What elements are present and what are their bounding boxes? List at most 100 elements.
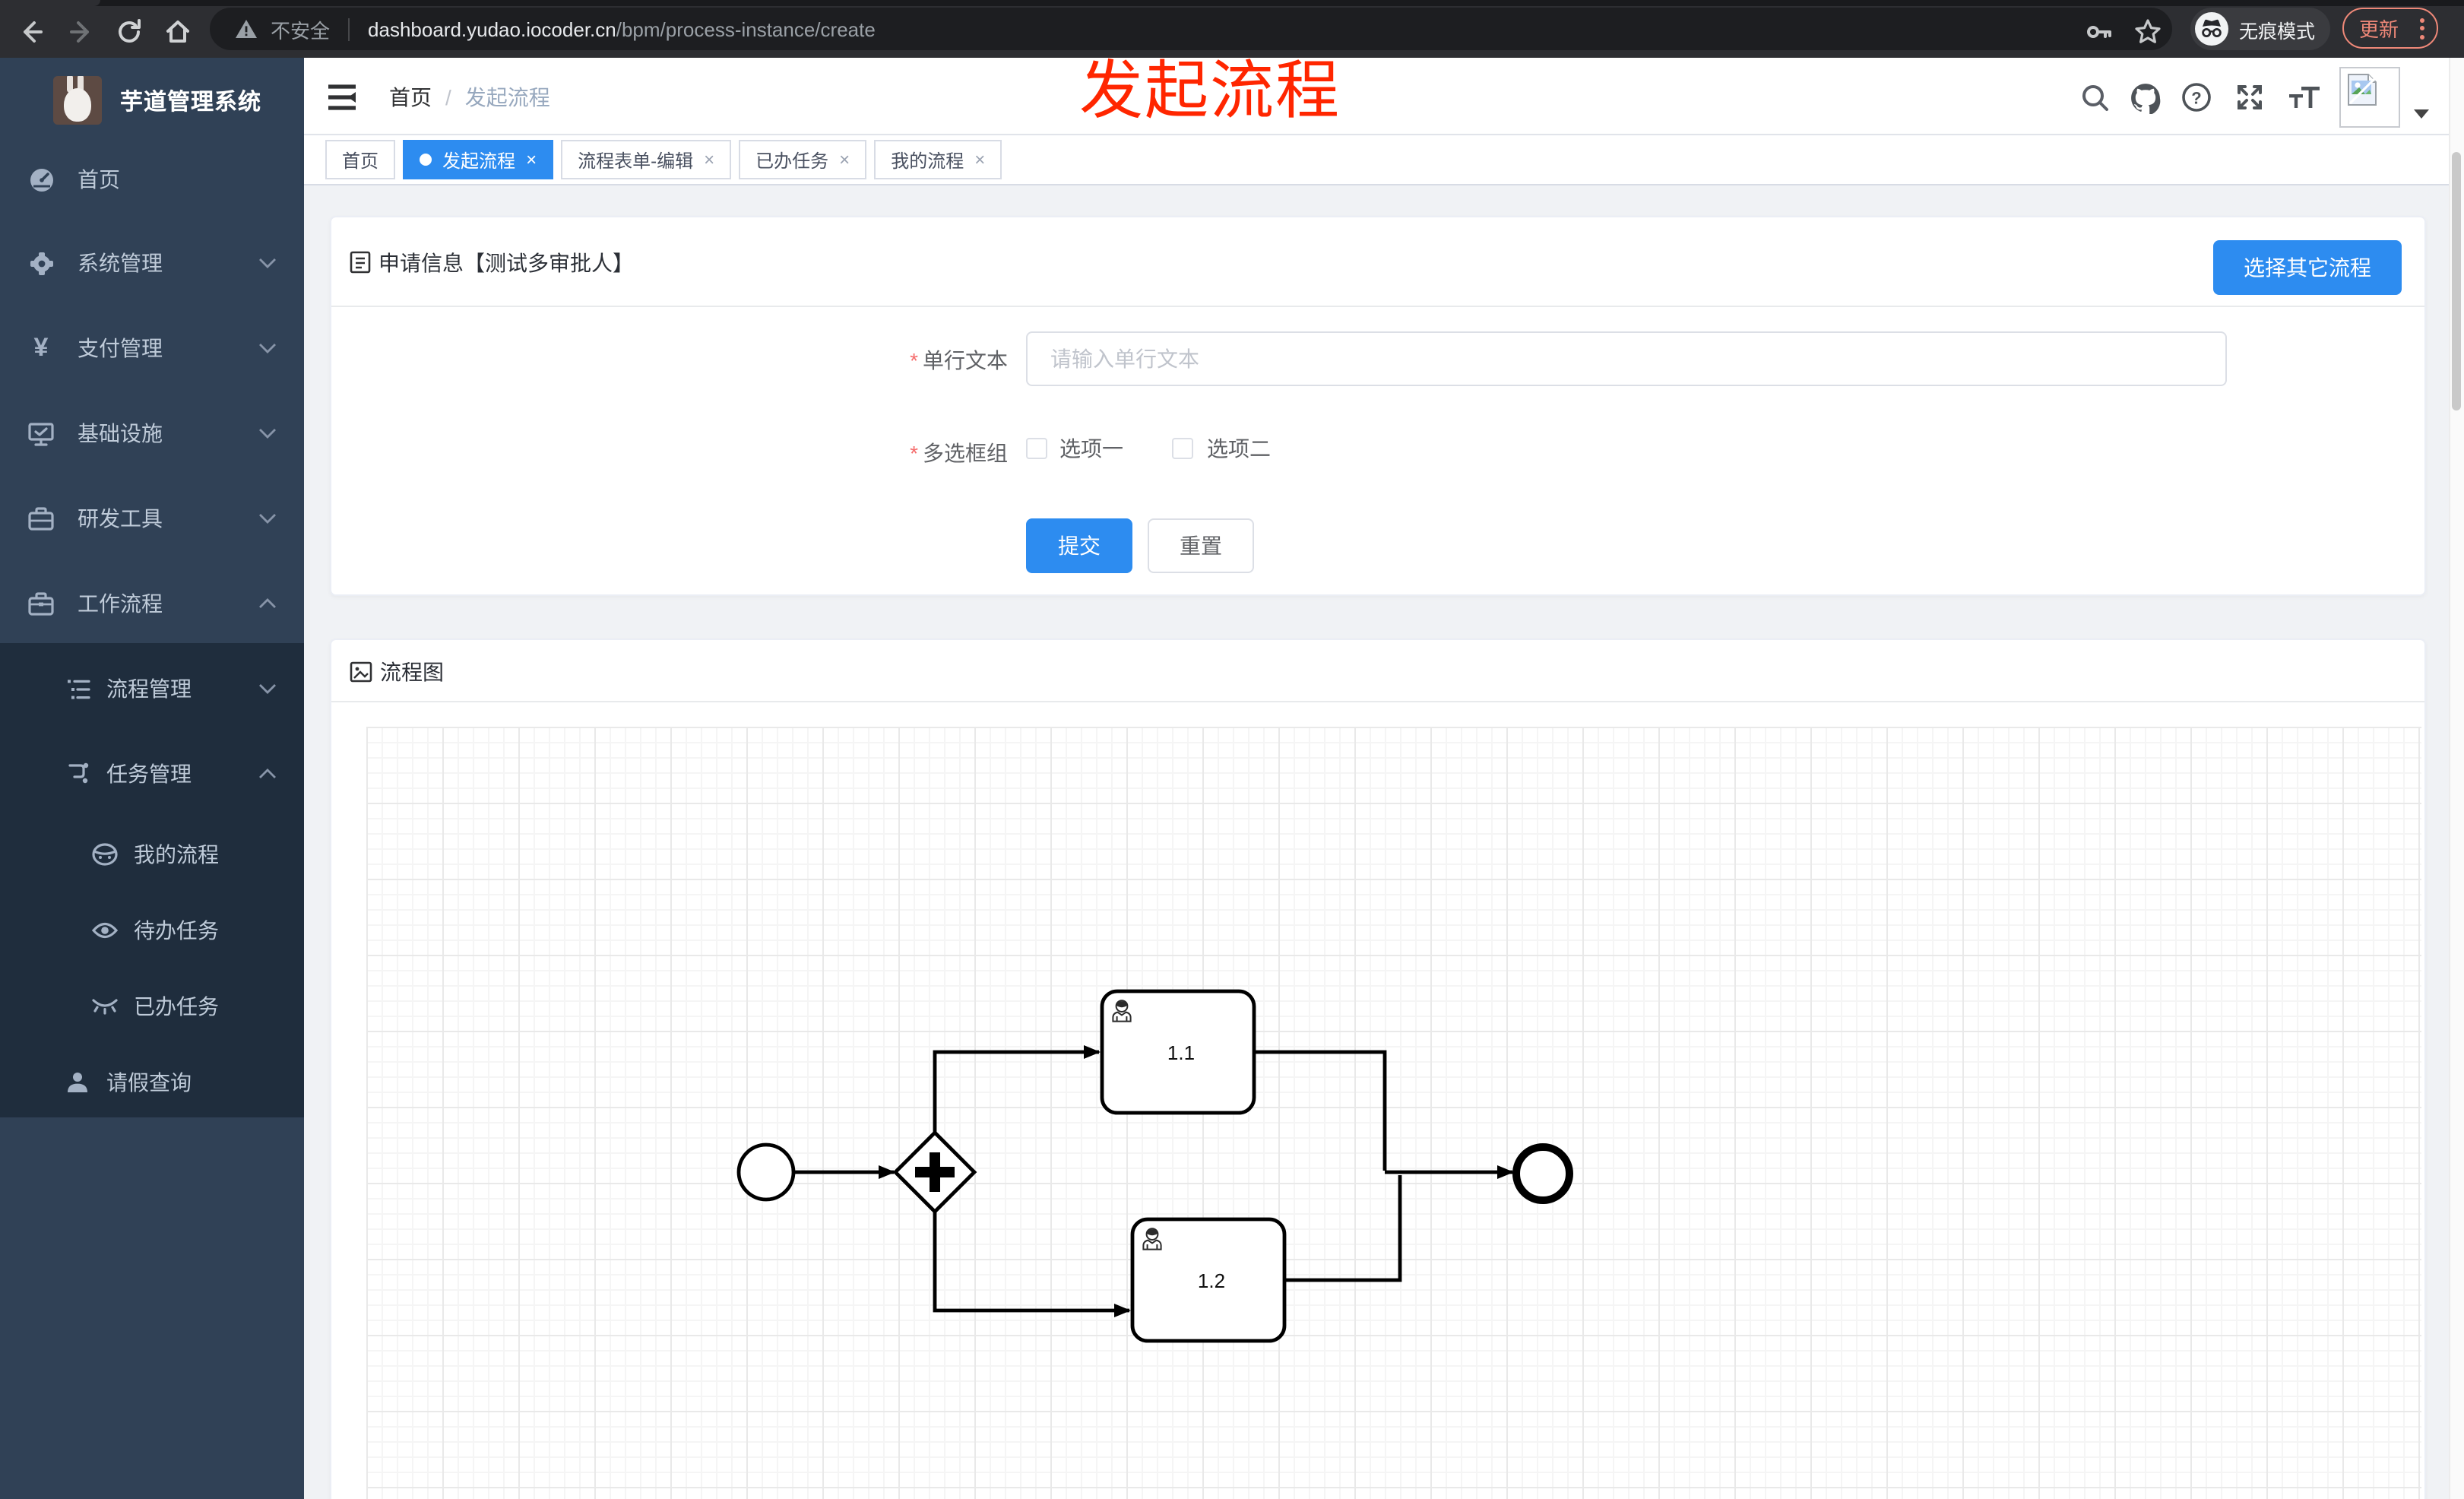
url-host: dashboard.yudao.iocoder.cn: [368, 17, 616, 40]
single-line-text-input[interactable]: [1026, 331, 2227, 386]
apply-info-card-header: 申请信息【测试多审批人】 选择其它流程: [331, 217, 2424, 307]
sidebar-logo-row[interactable]: 芋道管理系统: [0, 58, 304, 143]
submit-button[interactable]: 提交: [1026, 518, 1132, 573]
sidebar-item-label: 待办任务: [134, 918, 219, 943]
home-icon: [166, 21, 189, 43]
avatar-dropdown-caret[interactable]: [2414, 109, 2429, 119]
address-bar-divider: [348, 17, 350, 40]
apply-info-card: 申请信息【测试多审批人】 选择其它流程 *单行文本 *多选框组 选项一 选项二 …: [330, 216, 2426, 596]
sidebar-item-my-process[interactable]: 我的流程: [0, 816, 304, 892]
chevron-down-icon: [259, 429, 276, 439]
header-search-button[interactable]: [2078, 81, 2111, 114]
eye-off-icon: [91, 993, 119, 1020]
user-avatar[interactable]: [2339, 67, 2400, 128]
card-header-divider: [331, 701, 2424, 702]
browser-back-button[interactable]: [15, 15, 49, 49]
reset-button[interactable]: 重置: [1148, 518, 1254, 573]
user-icon: [64, 1069, 91, 1096]
app-logo: [53, 76, 102, 125]
sidebar-item-todo-tasks[interactable]: 待办任务: [0, 892, 304, 968]
sidebar-item-system[interactable]: 系统管理: [0, 220, 304, 306]
sidebar-item-task-management[interactable]: 任务管理: [0, 731, 304, 816]
checkbox-option-1-label[interactable]: 选项一: [1059, 438, 1123, 459]
view-tab-start-process[interactable]: 发起流程 ×: [403, 140, 554, 179]
choose-other-process-button[interactable]: 选择其它流程: [2213, 240, 2402, 295]
browser-reload-button[interactable]: [112, 15, 146, 49]
browser-forward-button[interactable]: [64, 15, 97, 49]
url-path: /bpm/process-instance/create: [616, 17, 876, 40]
bpmn-diagram: 1.1 1.2: [736, 989, 1573, 1343]
tab-close-icon[interactable]: ×: [974, 149, 985, 170]
browser-update-button[interactable]: 更新: [2342, 8, 2438, 49]
text-field-label: * 单行文本: [910, 348, 1008, 372]
incognito-label: 无痕模式: [2239, 21, 2316, 42]
sidebar-item-payment[interactable]: ¥ 支付管理: [0, 306, 304, 391]
password-key-button[interactable]: [2082, 15, 2116, 49]
sidebar-item-done-tasks[interactable]: 已办任务: [0, 968, 304, 1044]
sidebar-collapse-button[interactable]: [325, 81, 359, 114]
browser-home-button[interactable]: [161, 15, 195, 49]
search-icon: [2082, 84, 2108, 110]
browser-tabstrip: [0, 0, 2464, 6]
header-help-button[interactable]: ?: [2180, 81, 2213, 114]
broken-image-icon: [2348, 74, 2377, 106]
sidebar-item-process-management[interactable]: 流程管理: [0, 646, 304, 731]
sidebar-item-label: 请假查询: [106, 1070, 192, 1095]
header-github-button[interactable]: [2128, 81, 2162, 114]
forward-arrow-icon: [70, 21, 89, 43]
header-fontsize-button[interactable]: [2288, 81, 2321, 114]
view-tab-my-process[interactable]: 我的流程 ×: [874, 140, 1002, 179]
bpmn-user-task-1-2[interactable]: 1.2: [1130, 1217, 1287, 1343]
chevron-down-icon: [259, 684, 276, 694]
sidebar-item-leave-query[interactable]: 请假查询: [0, 1044, 304, 1120]
flow-gateway-to-task1: [933, 1045, 1101, 1134]
browser-menu-icon[interactable]: [2420, 17, 2424, 39]
browser-active-tab[interactable]: [0, 0, 100, 6]
bpmn-user-task-1-1[interactable]: 1.1: [1100, 989, 1256, 1115]
tab-close-icon[interactable]: ×: [839, 149, 850, 170]
bpmn-canvas[interactable]: 1.1 1.2: [366, 727, 2421, 1499]
process-diagram-card: 流程图 1.1 1.2: [330, 639, 2426, 1499]
active-tab-dot: [420, 154, 432, 166]
tab-close-icon[interactable]: ×: [704, 149, 714, 170]
sidebar-item-home[interactable]: 首页: [0, 137, 304, 222]
flow-task1-join: [1254, 1050, 1387, 1171]
svg-text:?: ?: [2191, 88, 2201, 107]
process-diagram-card-header: 流程图: [331, 640, 2424, 702]
checkbox-option-2-label[interactable]: 选项二: [1207, 438, 1271, 459]
sidebar-item-workflow[interactable]: 工作流程: [0, 561, 304, 646]
bpmn-start-event[interactable]: [736, 1142, 796, 1202]
page-scrollbar-thumb[interactable]: [2452, 152, 2461, 410]
view-tab-done-tasks[interactable]: 已办任务 ×: [739, 140, 867, 179]
node-link-icon: [64, 760, 91, 788]
briefcase-icon: [27, 590, 55, 617]
view-tab-home[interactable]: 首页: [325, 140, 396, 179]
sidebar-item-dev-tools[interactable]: 研发工具: [0, 476, 304, 561]
reload-icon: [119, 19, 141, 43]
checkbox-group-label: * 多选框组: [910, 441, 1008, 465]
breadcrumb-separator: /: [445, 84, 451, 109]
font-size-icon: [2289, 87, 2320, 108]
tab-close-icon[interactable]: ×: [526, 149, 537, 170]
bpmn-parallel-gateway[interactable]: [892, 1130, 977, 1215]
flow-task2-join: [1284, 1175, 1402, 1282]
back-arrow-icon: [24, 21, 43, 43]
sidebar-item-infrastructure[interactable]: 基础设施: [0, 391, 304, 476]
sidebar-item-label: 我的流程: [134, 842, 219, 867]
process-diagram-title: 流程图: [380, 659, 444, 683]
chevron-up-icon: [259, 769, 276, 778]
breadcrumb-home[interactable]: 首页: [389, 81, 432, 112]
fold-menu-icon: [328, 84, 356, 110]
checkbox-option-1[interactable]: [1026, 438, 1047, 459]
tree-list-icon: [64, 675, 91, 702]
tab-label: 首页: [342, 150, 379, 171]
incognito-icon: [2195, 12, 2228, 46]
checkbox-option-2[interactable]: [1172, 438, 1193, 459]
bookmark-star-button[interactable]: [2131, 15, 2165, 49]
required-asterisk: *: [910, 348, 918, 372]
bpmn-end-event[interactable]: [1512, 1143, 1573, 1204]
chevron-down-icon: [259, 258, 276, 268]
image-icon: [350, 661, 372, 682]
view-tab-form-edit[interactable]: 流程表单-编辑 ×: [561, 140, 732, 179]
header-fullscreen-button[interactable]: [2233, 81, 2266, 114]
